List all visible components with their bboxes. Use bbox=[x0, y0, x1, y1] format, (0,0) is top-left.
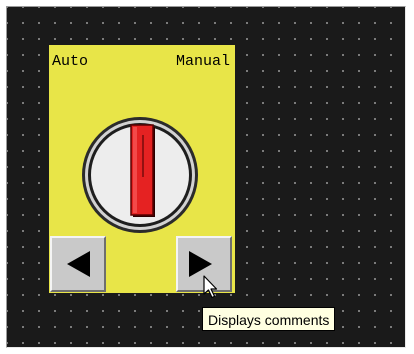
auto-label: Auto bbox=[52, 53, 89, 70]
mouse-pointer-icon bbox=[203, 275, 218, 299]
manual-label: Manual bbox=[175, 53, 230, 70]
selector-knob[interactable] bbox=[80, 115, 200, 235]
arrow-left-icon bbox=[67, 251, 90, 277]
switch-left-button[interactable] bbox=[50, 236, 106, 292]
lever-highlight bbox=[133, 127, 137, 213]
comment-tooltip: Displays comments bbox=[202, 307, 336, 331]
